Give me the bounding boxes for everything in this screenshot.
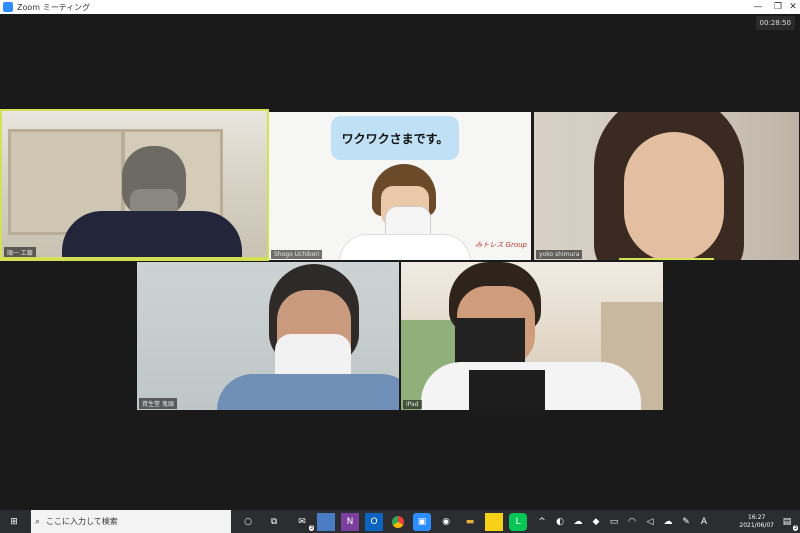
- tray-icon[interactable]: ◐: [551, 513, 569, 531]
- video-stage: [0, 14, 800, 510]
- onenote-icon[interactable]: N: [341, 512, 359, 531]
- video-tile-3[interactable]: yoko shimura: [534, 112, 799, 260]
- system-clock[interactable]: 16:27 2021/06/07: [739, 514, 774, 530]
- cloud-icon[interactable]: ☁: [659, 513, 677, 531]
- minimize-button[interactable]: —: [746, 0, 770, 14]
- zoom-logo-icon: [3, 2, 13, 12]
- chrome-icon[interactable]: [389, 513, 407, 531]
- participant-name-2: Shogo Uchibori: [271, 250, 323, 259]
- zoom-icon[interactable]: ▣: [413, 512, 431, 531]
- clock-time: 16:27: [748, 513, 766, 521]
- outlook-icon[interactable]: O: [365, 512, 383, 531]
- line-icon[interactable]: L: [509, 512, 527, 531]
- search-icon: ⌕: [35, 516, 41, 527]
- speaker-icon[interactable]: ◁: [641, 513, 659, 531]
- task-view-icon[interactable]: ⧉: [265, 513, 283, 531]
- dropbox-icon[interactable]: ◆: [587, 513, 605, 531]
- windows-start-icon[interactable]: ⊞: [0, 513, 28, 531]
- person-body: [339, 234, 471, 260]
- app-icon[interactable]: [317, 512, 335, 531]
- video-tile-2[interactable]: ワクワクさまです。 みトレス Group Shogo Uchibori: [269, 112, 531, 260]
- participant-name-4: 資生堂 鬼頭: [139, 398, 177, 409]
- person-body: [217, 374, 399, 410]
- clock-date: 2021/06/07: [739, 521, 774, 529]
- mail-badge: 3: [308, 524, 314, 531]
- video-tile-5[interactable]: iPad: [401, 262, 663, 410]
- taskbar-search[interactable]: ⌕ ここに入力して検索: [31, 510, 231, 533]
- maximize-button[interactable]: ❐: [770, 0, 786, 14]
- sign-board: ワクワクさまです。: [331, 116, 459, 160]
- video-tile-1[interactable]: 順一 工藤: [0, 109, 269, 261]
- video-tile-4[interactable]: 資生堂 鬼頭: [137, 262, 399, 410]
- person-body: [62, 211, 242, 259]
- pen-icon[interactable]: ✎: [677, 513, 695, 531]
- chevron-up-icon[interactable]: ^: [533, 513, 551, 531]
- notification-badge: 3: [792, 524, 798, 531]
- windows-taskbar: ⊞ ⌕ ここに入力して検索 ○ ⧉ ✉ 3 N O ▣ ◉ ▬ L ^ ◐ ☁ …: [0, 510, 800, 533]
- ime-indicator[interactable]: A: [695, 513, 713, 531]
- mail-icon[interactable]: ✉ 3: [293, 513, 314, 531]
- speaking-indicator: [619, 258, 714, 260]
- meeting-timer: 00:28:50: [755, 16, 795, 30]
- brand-logo: みトレス Group: [475, 241, 527, 249]
- onedrive-icon[interactable]: ☁: [569, 513, 587, 531]
- person-face: [624, 132, 724, 260]
- speaking-indicator: [2, 257, 267, 259]
- participant-name-3: yoko shimura: [536, 250, 583, 259]
- app-icon[interactable]: ◉: [437, 513, 455, 531]
- window-title: Zoom ミーティング: [17, 2, 91, 12]
- apron: [469, 370, 545, 410]
- file-explorer-icon[interactable]: ▬: [461, 513, 479, 531]
- cortana-icon[interactable]: ○: [239, 513, 257, 531]
- notification-icon[interactable]: ▤ 3: [778, 513, 798, 531]
- search-placeholder: ここに入力して検索: [46, 517, 118, 526]
- wifi-icon[interactable]: ◠: [623, 513, 641, 531]
- sticky-notes-icon[interactable]: [485, 512, 503, 531]
- participant-name-5: iPad: [403, 400, 422, 409]
- battery-icon[interactable]: ▭: [605, 513, 623, 531]
- close-button[interactable]: ✕: [786, 0, 800, 14]
- title-bar: Zoom ミーティング: [0, 0, 800, 14]
